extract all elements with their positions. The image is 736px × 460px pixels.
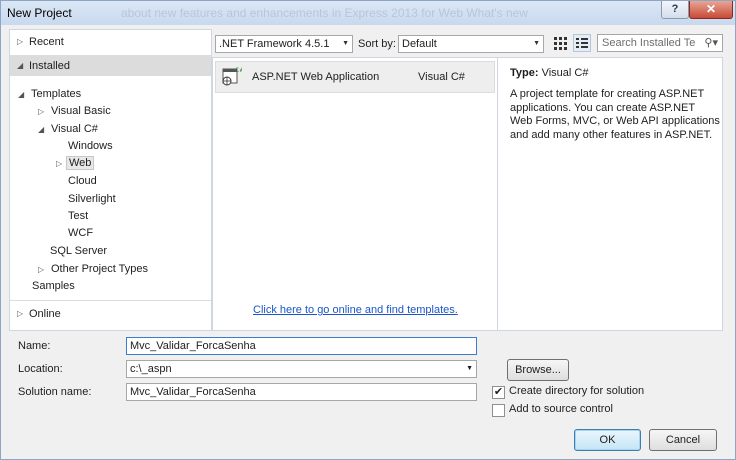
tree-item-label: Web: [66, 156, 95, 170]
new-project-dialog: New Project about new features and enhan…: [0, 0, 736, 460]
template-description: A project template for creating ASP.NET …: [510, 88, 720, 141]
tree-item-windows[interactable]: Windows: [68, 138, 113, 155]
nav-installed-label: Installed: [29, 60, 70, 72]
framework-value: .NET Framework 4.5.1: [219, 38, 330, 50]
tree-item-label: Silverlight: [68, 193, 116, 205]
tree-item-cloud[interactable]: Cloud: [68, 173, 97, 190]
window-title: New Project: [7, 6, 72, 20]
list-view-button[interactable]: [573, 34, 591, 52]
tree-item-other-project-types[interactable]: ▷ Other Project Types: [38, 261, 148, 278]
nav-recent[interactable]: ▷ Recent: [10, 32, 211, 52]
tree-item-wcf[interactable]: WCF: [68, 225, 93, 242]
divider: [10, 300, 211, 301]
chevron-down-icon: ◢: [17, 61, 24, 70]
solution-name-value: Mvc_Validar_ForcaSenha: [130, 386, 256, 398]
find-templates-online-link[interactable]: Click here to go online and find templat…: [253, 304, 458, 316]
small-icons-view-icon: [554, 37, 567, 50]
tree-item-sql-server[interactable]: SQL Server: [50, 243, 107, 260]
template-name: ASP.NET Web Application: [252, 71, 380, 83]
tree-item-web[interactable]: ▷ Web: [56, 155, 95, 172]
tree-item-label: WCF: [68, 227, 94, 239]
nav-recent-label: Recent: [29, 36, 64, 48]
type-value: Visual C#: [541, 67, 589, 79]
name-label: Name:: [18, 340, 51, 352]
type-label: Type:: [510, 67, 539, 79]
solution-name-label: Solution name:: [18, 386, 92, 398]
project-name-input[interactable]: Mvc_Validar_ForcaSenha: [126, 337, 477, 355]
sort-by-dropdown[interactable]: Default ▼: [398, 35, 544, 53]
tree-item-label: Other Project Types: [51, 263, 149, 275]
chevron-down-icon: ▼: [533, 40, 540, 47]
search-installed-input[interactable]: Search Installed Te ⚲▾: [597, 34, 723, 52]
cancel-button[interactable]: Cancel: [649, 429, 717, 451]
location-combobox[interactable]: c:\_aspn ▼: [126, 360, 477, 378]
tree-item-label: Visual C#: [51, 123, 98, 135]
template-list: C# ASP.NET Web Application Visual C# Cli…: [212, 57, 497, 331]
search-icon[interactable]: ⚲▾: [704, 35, 718, 51]
list-view-icon: [576, 38, 588, 48]
chevron-down-icon: ▼: [342, 40, 349, 47]
tree-item-label: Cloud: [68, 175, 97, 187]
nav-online[interactable]: ▷ Online: [10, 304, 211, 324]
browse-button[interactable]: Browse...: [507, 359, 569, 381]
dialog-body: ▷ Recent ◢ Installed ◢ Templates ▷ Visua…: [7, 27, 731, 457]
location-label: Location:: [18, 363, 63, 375]
tree-item-label: Windows: [68, 140, 113, 152]
chevron-right-icon: ▷: [17, 37, 24, 46]
template-details-panel: Type: Visual C# A project template for c…: [497, 57, 723, 331]
create-directory-checkbox[interactable]: ✔: [492, 386, 505, 399]
background-window-text: about new features and enhancements in E…: [121, 6, 528, 20]
tree-item-templates[interactable]: ◢ Templates: [18, 86, 81, 103]
tree-item-label: Visual Basic: [51, 105, 111, 117]
tree-item-label: Samples: [32, 280, 75, 292]
location-value: c:\_aspn: [130, 363, 172, 375]
chevron-right-icon: ▷: [56, 159, 63, 168]
sort-by-label: Sort by:: [358, 38, 396, 50]
chevron-right-icon: ▷: [38, 265, 45, 274]
template-language: Visual C#: [418, 71, 465, 83]
template-navigation-panel: ▷ Recent ◢ Installed ◢ Templates ▷ Visua…: [9, 29, 212, 331]
framework-dropdown[interactable]: .NET Framework 4.5.1 ▼: [215, 35, 353, 53]
tree-item-samples[interactable]: Samples: [32, 278, 75, 295]
chevron-down-icon[interactable]: ▼: [466, 361, 473, 377]
nav-online-label: Online: [29, 308, 61, 320]
project-name-value: Mvc_Validar_ForcaSenha: [130, 340, 256, 352]
chevron-down-icon: ◢: [38, 125, 45, 134]
nav-installed[interactable]: ◢ Installed: [10, 56, 211, 76]
small-icons-view-button[interactable]: [551, 34, 569, 52]
sort-by-value: Default: [402, 38, 437, 50]
tree-item-silverlight[interactable]: Silverlight: [68, 191, 116, 208]
add-source-control-checkbox[interactable]: [492, 404, 505, 417]
web-project-icon: C#: [222, 67, 242, 86]
template-item-aspnet-web-application[interactable]: C# ASP.NET Web Application Visual C#: [215, 61, 495, 93]
chevron-right-icon: ▷: [17, 309, 24, 318]
template-type: Type: Visual C#: [510, 67, 588, 79]
help-button[interactable]: ?: [661, 1, 689, 19]
tree-item-test[interactable]: Test: [68, 208, 88, 225]
tree-item-label: Test: [68, 210, 89, 222]
ok-button[interactable]: OK: [574, 429, 641, 451]
title-bar: New Project about new features and enhan…: [1, 1, 735, 25]
svg-text:C#: C#: [235, 67, 242, 74]
chevron-down-icon: ◢: [18, 90, 25, 99]
tree-item-visual-csharp[interactable]: ◢ Visual C#: [38, 121, 98, 138]
tree-item-visual-basic[interactable]: ▷ Visual Basic: [38, 103, 111, 120]
tree-item-label: SQL Server: [50, 245, 108, 257]
search-placeholder: Search Installed Te: [602, 37, 696, 49]
solution-name-input[interactable]: Mvc_Validar_ForcaSenha: [126, 383, 477, 401]
create-directory-label: Create directory for solution: [509, 385, 645, 397]
tree-item-label: Templates: [31, 88, 82, 100]
close-button[interactable]: ✕: [689, 1, 733, 19]
add-source-control-label: Add to source control: [509, 403, 613, 415]
chevron-right-icon: ▷: [38, 107, 45, 116]
